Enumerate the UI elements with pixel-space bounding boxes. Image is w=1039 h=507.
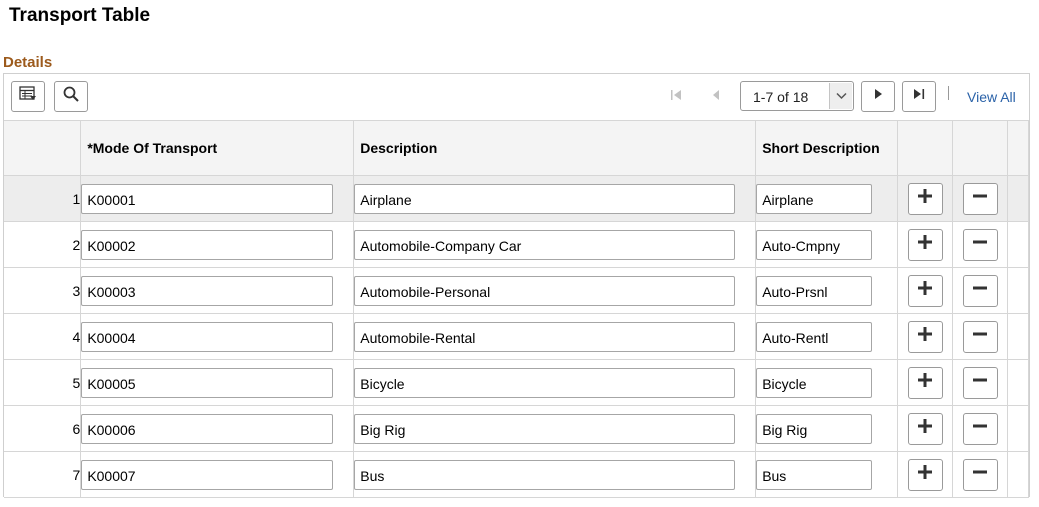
description-input[interactable]: Automobile-Personal: [354, 275, 736, 306]
personalize-grid-button[interactable]: [11, 81, 45, 112]
page-range-select[interactable]: 1-7 of 18: [740, 81, 854, 111]
page-range-text: 1-7 of 18: [753, 89, 809, 105]
row-number-header: [4, 120, 82, 176]
description-input[interactable]: Automobile-Company Car: [354, 229, 736, 260]
find-icon: [62, 85, 80, 108]
add-row-icon: [917, 464, 933, 485]
row-number: 3: [4, 267, 82, 314]
add-row-icon: [917, 188, 933, 209]
row-number: 7: [4, 451, 82, 498]
description-input[interactable]: Bicycle: [354, 367, 736, 398]
first-icon: [669, 88, 683, 107]
short-description-input[interactable]: Bicycle: [756, 367, 873, 398]
description-input[interactable]: Bus: [354, 459, 736, 490]
mode-of-transport-input[interactable]: K00007: [81, 459, 334, 490]
delete-row-button[interactable]: [962, 366, 998, 399]
scroll-cell: [1007, 451, 1030, 498]
row-number: 4: [4, 313, 82, 360]
scroll-cell: [1007, 267, 1030, 314]
mode-of-transport-input[interactable]: K00004: [81, 321, 334, 352]
delete-column-header: [952, 120, 1008, 176]
next-page-button[interactable]: [861, 81, 895, 112]
personalize-grid-icon: [19, 86, 37, 107]
row-number: 1: [4, 175, 82, 222]
scroll-column-header: [1007, 120, 1030, 176]
delete-row-button[interactable]: [962, 182, 998, 215]
description-input[interactable]: Automobile-Rental: [354, 321, 736, 352]
delete-row-button[interactable]: [962, 412, 998, 445]
page-title: Transport Table: [9, 5, 151, 26]
next-icon: [872, 87, 884, 106]
scroll-cell: [1007, 221, 1030, 268]
first-page-button[interactable]: [666, 82, 686, 112]
table-row[interactable]: 4 K00004 Automobile-Rental Auto-Rentl: [4, 313, 1030, 360]
delete-row-icon: [972, 326, 988, 347]
find-button[interactable]: [54, 81, 88, 112]
add-row-button[interactable]: [907, 412, 943, 445]
add-row-button[interactable]: [907, 274, 943, 307]
add-row-button[interactable]: [907, 458, 943, 491]
add-row-button[interactable]: [907, 366, 943, 399]
dropdown-icon: [829, 83, 852, 109]
section-title: Details: [3, 54, 53, 71]
scroll-cell: [1007, 405, 1030, 452]
scroll-cell: [1007, 175, 1030, 222]
delete-row-icon: [972, 234, 988, 255]
previous-icon: [710, 88, 722, 107]
scroll-cell: [1007, 313, 1030, 360]
add-row-button[interactable]: [907, 320, 943, 353]
add-row-icon: [917, 280, 933, 301]
transport-table: *Mode Of Transport Description Short Des…: [4, 120, 1030, 498]
mode-of-transport-input[interactable]: K00005: [81, 367, 334, 398]
short-description-input[interactable]: Auto-Cmpny: [756, 229, 873, 260]
add-row-icon: [917, 372, 933, 393]
description-input[interactable]: Airplane: [354, 183, 736, 214]
mode-of-transport-input[interactable]: K00002: [81, 229, 334, 260]
table-row[interactable]: 5 K00005 Bicycle Bicycle: [4, 359, 1030, 406]
scroll-cell: [1007, 359, 1030, 406]
delete-row-icon: [972, 464, 988, 485]
short-description-input[interactable]: Auto-Rentl: [756, 321, 873, 352]
short-description-input[interactable]: Bus: [756, 459, 873, 490]
short-description-input[interactable]: Big Rig: [756, 413, 873, 444]
delete-row-button[interactable]: [962, 458, 998, 491]
add-row-icon: [917, 326, 933, 347]
short-description-input[interactable]: Auto-Prsnl: [756, 275, 873, 306]
mode-of-transport-input[interactable]: K00003: [81, 275, 334, 306]
details-grid: 1-7 of 18 View All *Mode Of Transport De…: [3, 73, 1030, 498]
table-row[interactable]: 7 K00007 Bus Bus: [4, 451, 1030, 498]
last-page-button[interactable]: [902, 81, 936, 112]
delete-row-button[interactable]: [962, 274, 998, 307]
short-description-input[interactable]: Airplane: [756, 183, 873, 214]
add-column-header: [897, 120, 954, 176]
last-icon: [912, 87, 926, 106]
table-row[interactable]: 1 K00001 Airplane Airplane: [4, 175, 1030, 222]
row-number: 6: [4, 405, 82, 452]
mode-of-transport-input[interactable]: K00006: [81, 413, 334, 444]
view-all-link[interactable]: View All: [967, 89, 1016, 105]
table-row[interactable]: 2 K00002 Automobile-Company Car Auto-Cmp…: [4, 221, 1030, 268]
delete-row-icon: [972, 372, 988, 393]
description-input[interactable]: Big Rig: [354, 413, 736, 444]
row-number: 2: [4, 221, 82, 268]
add-row-button[interactable]: [907, 228, 943, 261]
delete-row-icon: [972, 188, 988, 209]
delete-row-icon: [972, 418, 988, 439]
separator: [948, 86, 949, 100]
header-row: *Mode Of Transport Description Short Des…: [4, 120, 1030, 176]
mode-of-transport-input[interactable]: K00001: [81, 183, 334, 214]
mode-of-transport-header: *Mode Of Transport: [80, 120, 355, 176]
delete-row-button[interactable]: [962, 228, 998, 261]
table-row[interactable]: 6 K00006 Big Rig Big Rig: [4, 405, 1030, 452]
short-description-header: Short Description: [755, 120, 899, 176]
add-row-icon: [917, 234, 933, 255]
row-number: 5: [4, 359, 82, 406]
delete-row-icon: [972, 280, 988, 301]
previous-page-button[interactable]: [706, 82, 726, 112]
delete-row-button[interactable]: [962, 320, 998, 353]
table-row[interactable]: 3 K00003 Automobile-Personal Auto-Prsnl: [4, 267, 1030, 314]
add-row-icon: [917, 418, 933, 439]
description-header: Description: [353, 120, 757, 176]
add-row-button[interactable]: [907, 182, 943, 215]
